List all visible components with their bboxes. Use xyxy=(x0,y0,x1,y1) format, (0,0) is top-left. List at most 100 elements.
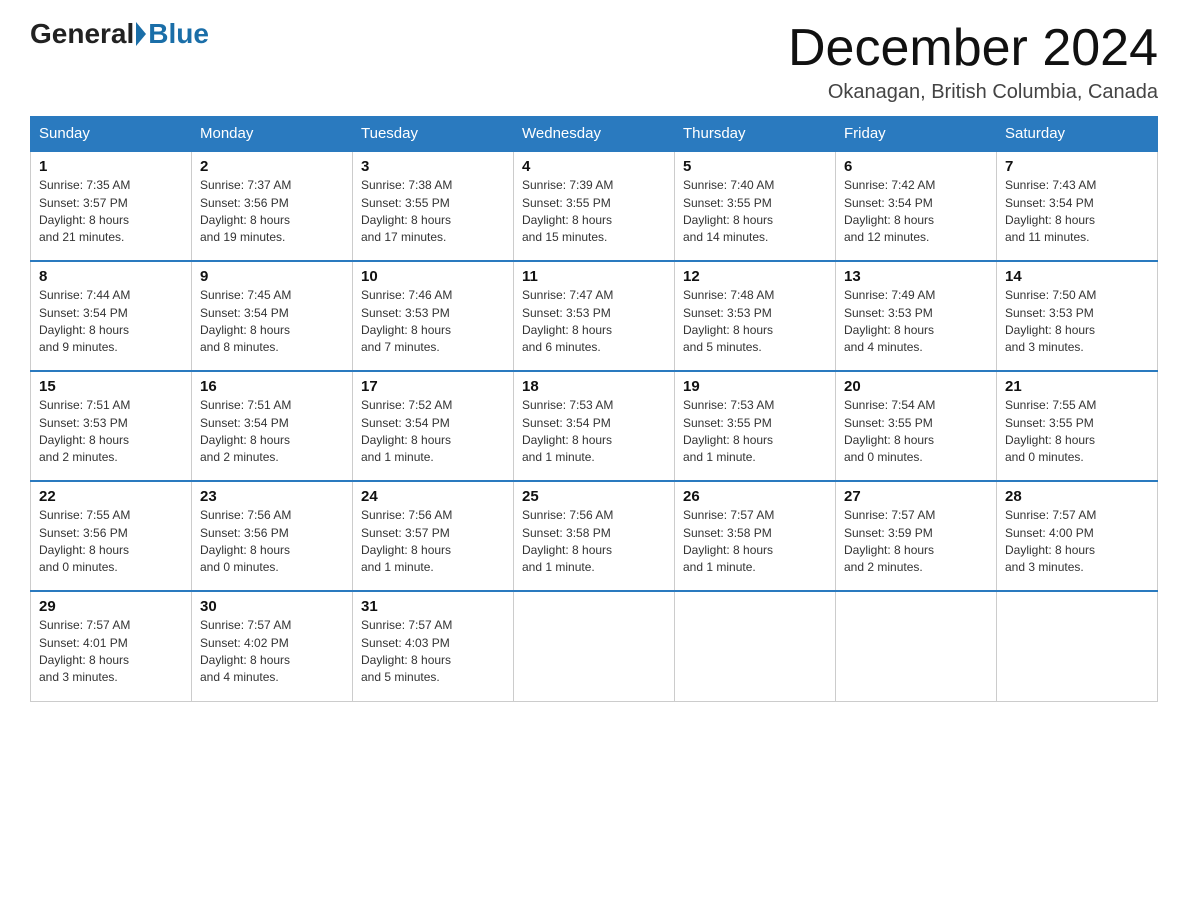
weekday-header-row: SundayMondayTuesdayWednesdayThursdayFrid… xyxy=(31,117,1158,152)
day-number: 4 xyxy=(522,158,666,175)
day-info: Sunrise: 7:57 AMSunset: 4:00 PMDaylight:… xyxy=(1005,507,1149,577)
day-info: Sunrise: 7:40 AMSunset: 3:55 PMDaylight:… xyxy=(683,177,827,247)
day-number: 31 xyxy=(361,598,505,615)
day-number: 8 xyxy=(39,268,183,285)
day-info: Sunrise: 7:44 AMSunset: 3:54 PMDaylight:… xyxy=(39,287,183,357)
day-number: 2 xyxy=(200,158,344,175)
calendar-day-cell: 22Sunrise: 7:55 AMSunset: 3:56 PMDayligh… xyxy=(31,481,192,591)
calendar-day-cell xyxy=(836,591,997,701)
day-info: Sunrise: 7:49 AMSunset: 3:53 PMDaylight:… xyxy=(844,287,988,357)
day-info: Sunrise: 7:54 AMSunset: 3:55 PMDaylight:… xyxy=(844,397,988,467)
day-info: Sunrise: 7:51 AMSunset: 3:54 PMDaylight:… xyxy=(200,397,344,467)
page-header: General Blue December 2024 Okanagan, Bri… xyxy=(30,20,1158,104)
weekday-header-saturday: Saturday xyxy=(997,117,1158,152)
day-info: Sunrise: 7:45 AMSunset: 3:54 PMDaylight:… xyxy=(200,287,344,357)
calendar-week-row: 29 Sunrise: 7:57 AMSunset: 4:01 PMDayligh… xyxy=(31,591,1158,701)
day-info: Sunrise: 7:43 AMSunset: 3:54 PMDaylight:… xyxy=(1005,177,1149,247)
calendar-day-cell: 18 Sunrise: 7:53 AMSunset: 3:54 PMDayligh… xyxy=(514,371,675,481)
logo-arrow-icon xyxy=(136,22,146,46)
day-number: 20 xyxy=(844,378,988,395)
calendar-day-cell: 8 Sunrise: 7:44 AMSunset: 3:54 PMDaylight… xyxy=(31,261,192,371)
calendar-day-cell: 28 Sunrise: 7:57 AMSunset: 4:00 PMDayligh… xyxy=(997,481,1158,591)
calendar-week-row: 15 Sunrise: 7:51 AMSunset: 3:53 PMDayligh… xyxy=(31,371,1158,481)
day-info: Sunrise: 7:57 AMSunset: 4:02 PMDaylight:… xyxy=(200,617,344,687)
day-number: 19 xyxy=(683,378,827,395)
day-number: 29 xyxy=(39,598,183,615)
calendar-day-cell: 21 Sunrise: 7:55 AMSunset: 3:55 PMDayligh… xyxy=(997,371,1158,481)
calendar-day-cell: 5 Sunrise: 7:40 AMSunset: 3:55 PMDaylight… xyxy=(675,151,836,261)
day-info: Sunrise: 7:55 AMSunset: 3:55 PMDaylight:… xyxy=(1005,397,1149,467)
day-number: 11 xyxy=(522,268,666,285)
calendar-day-cell xyxy=(997,591,1158,701)
day-info: Sunrise: 7:53 AMSunset: 3:55 PMDaylight:… xyxy=(683,397,827,467)
weekday-header-friday: Friday xyxy=(836,117,997,152)
day-info: Sunrise: 7:57 AMSunset: 3:59 PMDaylight:… xyxy=(844,507,988,577)
calendar-day-cell: 3Sunrise: 7:38 AMSunset: 3:55 PMDaylight… xyxy=(353,151,514,261)
day-number: 15 xyxy=(39,378,183,395)
day-info: Sunrise: 7:35 AMSunset: 3:57 PMDaylight:… xyxy=(39,177,183,247)
weekday-header-monday: Monday xyxy=(192,117,353,152)
calendar-table: SundayMondayTuesdayWednesdayThursdayFrid… xyxy=(30,116,1158,702)
day-number: 1 xyxy=(39,158,183,175)
day-number: 14 xyxy=(1005,268,1149,285)
day-info: Sunrise: 7:56 AMSunset: 3:56 PMDaylight:… xyxy=(200,507,344,577)
calendar-day-cell: 13Sunrise: 7:49 AMSunset: 3:53 PMDayligh… xyxy=(836,261,997,371)
day-info: Sunrise: 7:56 AMSunset: 3:58 PMDaylight:… xyxy=(522,507,666,577)
calendar-day-cell: 16Sunrise: 7:51 AMSunset: 3:54 PMDayligh… xyxy=(192,371,353,481)
day-number: 21 xyxy=(1005,378,1149,395)
day-number: 6 xyxy=(844,158,988,175)
calendar-day-cell: 20 Sunrise: 7:54 AMSunset: 3:55 PMDayligh… xyxy=(836,371,997,481)
calendar-day-cell: 25 Sunrise: 7:56 AMSunset: 3:58 PMDayligh… xyxy=(514,481,675,591)
day-number: 18 xyxy=(522,378,666,395)
day-number: 28 xyxy=(1005,488,1149,505)
day-number: 30 xyxy=(200,598,344,615)
day-info: Sunrise: 7:57 AMSunset: 4:01 PMDaylight:… xyxy=(39,617,183,687)
calendar-day-cell: 2 Sunrise: 7:37 AMSunset: 3:56 PMDaylight… xyxy=(192,151,353,261)
calendar-day-cell: 24Sunrise: 7:56 AMSunset: 3:57 PMDayligh… xyxy=(353,481,514,591)
weekday-header-tuesday: Tuesday xyxy=(353,117,514,152)
calendar-day-cell: 11 Sunrise: 7:47 AMSunset: 3:53 PMDayligh… xyxy=(514,261,675,371)
day-number: 25 xyxy=(522,488,666,505)
calendar-day-cell: 12 Sunrise: 7:48 AMSunset: 3:53 PMDayligh… xyxy=(675,261,836,371)
day-info: Sunrise: 7:38 AMSunset: 3:55 PMDaylight:… xyxy=(361,177,505,247)
logo: General Blue xyxy=(30,20,209,48)
calendar-day-cell: 15 Sunrise: 7:51 AMSunset: 3:53 PMDayligh… xyxy=(31,371,192,481)
day-info: Sunrise: 7:48 AMSunset: 3:53 PMDaylight:… xyxy=(683,287,827,357)
day-number: 12 xyxy=(683,268,827,285)
day-number: 10 xyxy=(361,268,505,285)
month-title: December 2024 xyxy=(788,20,1158,77)
calendar-day-cell: 30 Sunrise: 7:57 AMSunset: 4:02 PMDayligh… xyxy=(192,591,353,701)
weekday-header-thursday: Thursday xyxy=(675,117,836,152)
day-number: 7 xyxy=(1005,158,1149,175)
calendar-day-cell: 6 Sunrise: 7:42 AMSunset: 3:54 PMDaylight… xyxy=(836,151,997,261)
day-info: Sunrise: 7:42 AMSunset: 3:54 PMDaylight:… xyxy=(844,177,988,247)
day-number: 5 xyxy=(683,158,827,175)
calendar-day-cell: 4 Sunrise: 7:39 AMSunset: 3:55 PMDaylight… xyxy=(514,151,675,261)
calendar-week-row: 1 Sunrise: 7:35 AMSunset: 3:57 PMDaylight… xyxy=(31,151,1158,261)
day-info: Sunrise: 7:50 AMSunset: 3:53 PMDaylight:… xyxy=(1005,287,1149,357)
day-info: Sunrise: 7:53 AMSunset: 3:54 PMDaylight:… xyxy=(522,397,666,467)
day-info: Sunrise: 7:55 AMSunset: 3:56 PMDaylight:… xyxy=(39,507,183,577)
calendar-day-cell: 10Sunrise: 7:46 AMSunset: 3:53 PMDayligh… xyxy=(353,261,514,371)
day-number: 17 xyxy=(361,378,505,395)
calendar-day-cell: 27Sunrise: 7:57 AMSunset: 3:59 PMDayligh… xyxy=(836,481,997,591)
calendar-week-row: 22Sunrise: 7:55 AMSunset: 3:56 PMDayligh… xyxy=(31,481,1158,591)
day-info: Sunrise: 7:37 AMSunset: 3:56 PMDaylight:… xyxy=(200,177,344,247)
day-info: Sunrise: 7:57 AMSunset: 3:58 PMDaylight:… xyxy=(683,507,827,577)
day-info: Sunrise: 7:47 AMSunset: 3:53 PMDaylight:… xyxy=(522,287,666,357)
calendar-day-cell: 26Sunrise: 7:57 AMSunset: 3:58 PMDayligh… xyxy=(675,481,836,591)
weekday-header-wednesday: Wednesday xyxy=(514,117,675,152)
day-info: Sunrise: 7:52 AMSunset: 3:54 PMDaylight:… xyxy=(361,397,505,467)
day-info: Sunrise: 7:39 AMSunset: 3:55 PMDaylight:… xyxy=(522,177,666,247)
location-subtitle: Okanagan, British Columbia, Canada xyxy=(788,81,1158,104)
day-number: 23 xyxy=(200,488,344,505)
calendar-day-cell xyxy=(675,591,836,701)
logo-general-text: General xyxy=(30,20,134,48)
calendar-day-cell: 7 Sunrise: 7:43 AMSunset: 3:54 PMDaylight… xyxy=(997,151,1158,261)
day-info: Sunrise: 7:56 AMSunset: 3:57 PMDaylight:… xyxy=(361,507,505,577)
weekday-header-sunday: Sunday xyxy=(31,117,192,152)
day-info: Sunrise: 7:51 AMSunset: 3:53 PMDaylight:… xyxy=(39,397,183,467)
day-number: 9 xyxy=(200,268,344,285)
calendar-day-cell xyxy=(514,591,675,701)
calendar-day-cell: 9 Sunrise: 7:45 AMSunset: 3:54 PMDaylight… xyxy=(192,261,353,371)
